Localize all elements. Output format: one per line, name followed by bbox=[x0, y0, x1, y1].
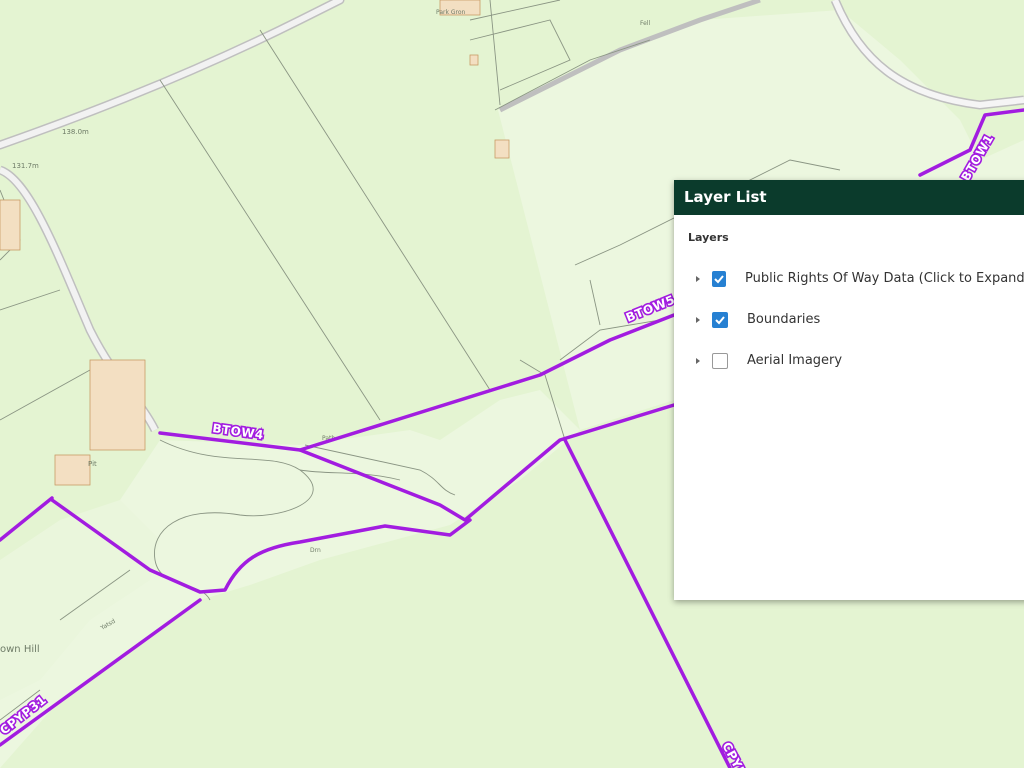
layers-section-title: Layers bbox=[688, 231, 729, 244]
place-label: Pit bbox=[88, 460, 97, 468]
layer-checkbox[interactable] bbox=[712, 311, 728, 328]
layer-checkbox[interactable] bbox=[712, 270, 726, 287]
layer-checkbox[interactable] bbox=[712, 352, 728, 369]
layer-row-public-rights-of-way[interactable]: Public Rights Of Way Data (Click to Expa… bbox=[688, 258, 1024, 299]
expand-arrow-icon[interactable] bbox=[696, 316, 700, 323]
place-label: Park Gron bbox=[436, 9, 466, 16]
checkmark-icon bbox=[715, 315, 725, 324]
layer-label[interactable]: Boundaries bbox=[747, 312, 820, 327]
layer-row-boundaries[interactable]: Boundaries bbox=[688, 299, 1020, 340]
layer-list-panel: Layer List Layers Public Rights Of Way D… bbox=[674, 180, 1024, 600]
spot-height-label: 131.7m bbox=[12, 162, 39, 170]
place-label: Fell bbox=[640, 20, 650, 27]
place-label: Drn bbox=[310, 547, 321, 554]
layer-row-aerial-imagery[interactable]: Aerial Imagery bbox=[688, 340, 1020, 381]
place-label: own Hill bbox=[0, 644, 40, 655]
layer-label[interactable]: Public Rights Of Way Data (Click to Expa… bbox=[745, 271, 1024, 286]
expand-arrow-icon[interactable] bbox=[696, 357, 700, 364]
checkmark-icon bbox=[714, 274, 724, 283]
panel-title: Layer List bbox=[674, 180, 1024, 215]
expand-arrow-icon[interactable] bbox=[696, 275, 700, 282]
spot-height-label: 138.0m bbox=[62, 128, 89, 136]
layer-label[interactable]: Aerial Imagery bbox=[747, 353, 842, 368]
